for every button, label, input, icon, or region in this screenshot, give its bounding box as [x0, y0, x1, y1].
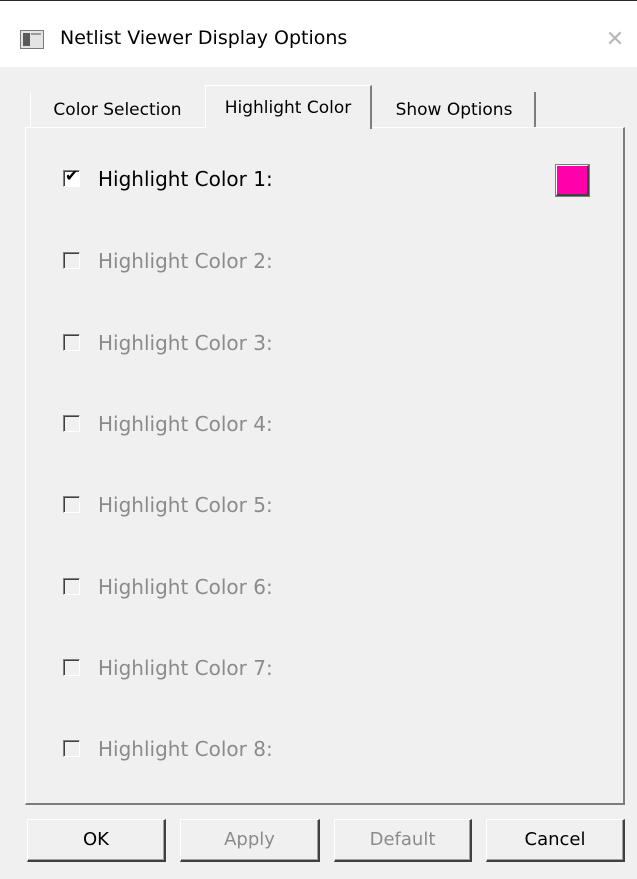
highlight-color-5-checkbox[interactable] [63, 496, 80, 513]
ok-button[interactable]: OK [27, 819, 166, 862]
highlight-color-1-swatch[interactable] [556, 165, 589, 196]
window-title: Netlist Viewer Display Options [60, 27, 348, 49]
highlight-color-5-row[interactable]: Highlight Color 5: [63, 493, 563, 519]
close-icon[interactable]: ✕ [600, 25, 630, 55]
cancel-button[interactable]: Cancel [486, 819, 625, 862]
tab-color-selection[interactable]: Color Selection [30, 92, 204, 128]
highlight-color-3-checkbox[interactable] [63, 334, 80, 351]
highlight-color-8-checkbox[interactable] [63, 740, 80, 757]
highlight-color-4-checkbox[interactable] [63, 415, 80, 432]
highlight-color-3-row[interactable]: Highlight Color 3: [63, 331, 563, 357]
tab-show-options[interactable]: Show Options [374, 92, 536, 128]
highlight-color-6-label: Highlight Color 6: [98, 575, 273, 599]
highlight-color-4-label: Highlight Color 4: [98, 412, 273, 436]
app-window-icon [20, 30, 44, 49]
highlight-color-2-row[interactable]: Highlight Color 2: [63, 249, 563, 275]
highlight-color-7-label: Highlight Color 7: [98, 656, 273, 680]
highlight-color-5-label: Highlight Color 5: [98, 493, 273, 517]
tab-highlight-color[interactable]: Highlight Color [205, 85, 372, 129]
highlight-color-8-row[interactable]: Highlight Color 8: [63, 737, 563, 763]
dialog-window: Netlist Viewer Display Options ✕ Color S… [0, 0, 637, 879]
highlight-color-7-row[interactable]: Highlight Color 7: [63, 656, 563, 682]
highlight-color-8-label: Highlight Color 8: [98, 737, 273, 761]
highlight-color-6-checkbox[interactable] [63, 578, 80, 595]
highlight-color-2-label: Highlight Color 2: [98, 249, 273, 273]
highlight-color-4-row[interactable]: Highlight Color 4: [63, 412, 563, 438]
highlight-color-6-row[interactable]: Highlight Color 6: [63, 575, 563, 601]
highlight-color-7-checkbox[interactable] [63, 659, 80, 676]
highlight-color-1-label: Highlight Color 1: [98, 167, 273, 191]
highlight-color-2-checkbox[interactable] [63, 252, 80, 269]
title-bar: Netlist Viewer Display Options ✕ [0, 1, 637, 67]
apply-button[interactable]: Apply [180, 819, 320, 862]
check-mark-icon: ✔ [65, 166, 79, 185]
highlight-color-1-row[interactable]: ✔ Highlight Color 1: [63, 166, 563, 193]
highlight-color-3-label: Highlight Color 3: [98, 331, 273, 355]
highlight-color-1-checkbox[interactable]: ✔ [63, 166, 80, 187]
tab-panel-highlight-color [25, 127, 625, 805]
default-button[interactable]: Default [334, 819, 472, 862]
